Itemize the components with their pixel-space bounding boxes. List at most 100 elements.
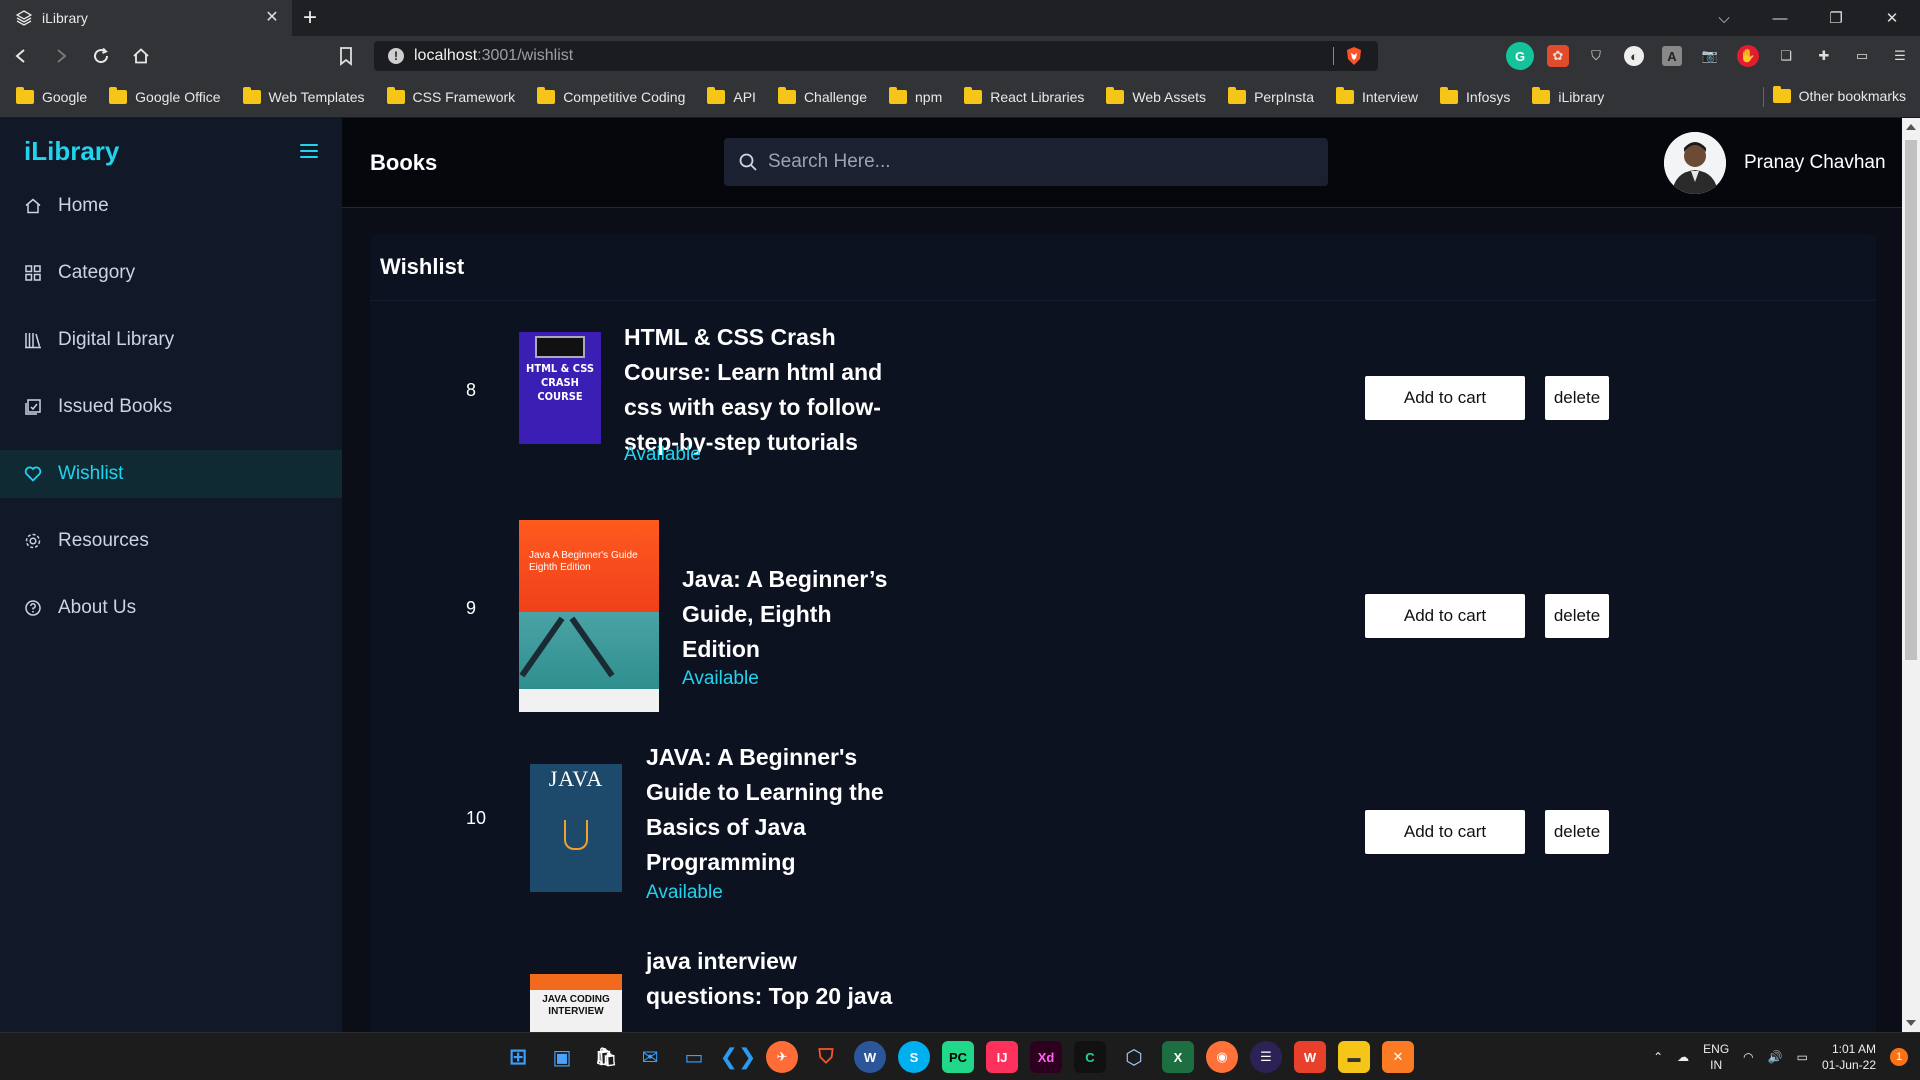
xampp-icon[interactable]: ✕ [1382, 1041, 1414, 1073]
close-tab-icon[interactable]: ✕ [264, 10, 280, 26]
sidebar-item-about-us[interactable]: About Us [0, 584, 342, 632]
delete-button[interactable]: delete [1545, 810, 1609, 854]
clock[interactable]: 1:01 AM 01-Jun-22 [1822, 1041, 1876, 1073]
excel-icon[interactable]: X [1162, 1041, 1194, 1073]
reload-button[interactable] [82, 37, 120, 75]
desktop-icon[interactable]: ▭ [678, 1041, 710, 1073]
brave-shield-icon[interactable] [1344, 46, 1364, 66]
battery-icon[interactable]: ▭ [1797, 1050, 1808, 1064]
bookmark-item[interactable]: Google Office [109, 86, 221, 105]
add-to-cart-button[interactable]: Add to cart [1365, 376, 1525, 420]
book-cover[interactable]: JAVA [530, 764, 622, 892]
brand-logo[interactable]: iLibrary [24, 136, 119, 167]
pycharm-icon[interactable]: PC [942, 1041, 974, 1073]
sidebar-item-resources[interactable]: Resources [0, 517, 342, 565]
bookmark-item[interactable]: CSS Framework [386, 86, 515, 105]
maximize-button[interactable]: ❐ [1808, 0, 1864, 36]
widgets-icon[interactable]: ▣ [546, 1041, 578, 1073]
wifi-icon[interactable]: ◠ [1743, 1050, 1753, 1064]
sidebar-item-home[interactable]: Home [0, 182, 342, 230]
eclipse-icon[interactable]: ☰ [1250, 1041, 1282, 1073]
search-input[interactable] [768, 151, 1308, 173]
book-cover[interactable]: Java A Beginner's Guide Eighth Edition [519, 520, 659, 712]
sidebar-item-category[interactable]: Category [0, 249, 342, 297]
windows-start-icon[interactable]: ⊞ [502, 1041, 534, 1073]
minimize-button[interactable]: — [1752, 0, 1808, 36]
puzzle-icon[interactable]: ✚ [1810, 42, 1838, 70]
user-name[interactable]: Pranay Chavhan [1744, 152, 1886, 174]
menu-icon[interactable]: ☰ [1886, 42, 1914, 70]
bookmark-item[interactable]: Challenge [777, 86, 867, 105]
bookmark-item[interactable]: Web Assets [1106, 86, 1206, 105]
back-button[interactable] [2, 37, 40, 75]
sidebar-item-wishlist[interactable]: Wishlist [0, 450, 342, 498]
book-cover[interactable]: JAVA CODING INTERVIEW [530, 974, 622, 1032]
bookmark-item[interactable]: API [707, 86, 756, 105]
other-bookmarks[interactable]: Other bookmarks [1772, 86, 1906, 104]
file-explorer-icon[interactable]: ▬ [1338, 1041, 1370, 1073]
avatar[interactable] [1664, 132, 1726, 194]
bookmark-item[interactable]: Google [16, 86, 87, 105]
bookmark-item[interactable]: React Libraries [964, 86, 1084, 105]
volume-icon[interactable]: 🔊 [1768, 1050, 1783, 1064]
scroll-down-icon[interactable] [1906, 1020, 1916, 1026]
book-title[interactable]: HTML & CSS Crash Course: Learn html and … [624, 320, 894, 460]
site-info-icon[interactable]: ! [388, 48, 404, 64]
copy-icon[interactable]: ❏ [1772, 42, 1800, 70]
book-cover[interactable]: HTML & CSS CRASH COURSE [519, 332, 601, 444]
forward-button[interactable] [42, 37, 80, 75]
browser-tab[interactable]: iLibrary ✕ [0, 0, 292, 36]
extension-icon[interactable]: ✿ [1547, 45, 1569, 67]
wallet-icon[interactable]: ▭ [1848, 42, 1876, 70]
notification-badge[interactable]: 1 [1890, 1048, 1908, 1066]
onedrive-icon[interactable]: ☁ [1677, 1050, 1689, 1064]
brave-icon[interactable]: ⛉ [810, 1041, 842, 1073]
add-to-cart-button[interactable]: Add to cart [1365, 810, 1525, 854]
chevron-up-icon[interactable]: ⌃ [1653, 1050, 1663, 1064]
bookmark-item[interactable]: iLibrary [1532, 86, 1604, 105]
home-button[interactable] [122, 37, 160, 75]
sidebar-item-digital-library[interactable]: Digital Library [0, 316, 342, 364]
translate-icon[interactable]: A [1662, 46, 1682, 66]
bookmark-item[interactable]: Web Templates [242, 86, 365, 105]
close-window-button[interactable]: ✕ [1864, 0, 1920, 36]
new-tab-button[interactable]: + [292, 0, 328, 36]
intellij-icon[interactable]: IJ [986, 1041, 1018, 1073]
store-icon[interactable]: 🛍 [590, 1041, 622, 1073]
language-indicator[interactable]: ENG IN [1703, 1041, 1729, 1073]
add-to-cart-button[interactable]: Add to cart [1365, 594, 1525, 638]
hand-icon[interactable]: ✋ [1737, 45, 1759, 67]
sidebar-item-issued-books[interactable]: Issued Books [0, 383, 342, 431]
book-title[interactable]: JAVA: A Beginner's Guide to Learning the… [646, 740, 896, 880]
bookmark-item[interactable]: Competitive Coding [537, 86, 685, 105]
bookmark-item[interactable]: Infosys [1440, 86, 1510, 105]
shield-icon[interactable]: ⛉ [1582, 42, 1610, 70]
clion-icon[interactable]: C [1074, 1041, 1106, 1073]
wps-icon[interactable]: W [1294, 1041, 1326, 1073]
book-title[interactable]: Java: A Beginner’s Guide, Eighth Edition [682, 562, 902, 667]
scroll-up-icon[interactable] [1906, 124, 1916, 130]
virtualbox-icon[interactable]: ⬡ [1118, 1041, 1150, 1073]
vscode-icon[interactable]: ❮❯ [720, 1041, 757, 1073]
word-icon[interactable]: W [854, 1041, 886, 1073]
scroll-thumb[interactable] [1905, 140, 1917, 660]
delete-button[interactable]: delete [1545, 376, 1609, 420]
search-box[interactable] [724, 138, 1328, 186]
bookmark-item[interactable]: npm [889, 86, 942, 105]
camera-icon[interactable]: 📷 [1696, 42, 1724, 70]
grammarly-icon[interactable]: G [1506, 42, 1534, 70]
book-title[interactable]: java interview questions: Top 20 java [646, 944, 896, 1014]
tab-search-icon[interactable]: ⌵ [1696, 0, 1752, 36]
mail-icon[interactable]: ✉ [634, 1041, 666, 1073]
address-bar[interactable]: ! localhost:3001/wishlist [374, 41, 1378, 71]
firefox-icon[interactable]: ◉ [1206, 1041, 1238, 1073]
menu-toggle-icon[interactable] [300, 144, 318, 158]
bookmark-icon[interactable] [336, 46, 356, 66]
skype-icon[interactable]: S [898, 1041, 930, 1073]
wappalyzer-icon[interactable]: ◐ [1624, 46, 1644, 66]
bookmark-item[interactable]: PerpInsta [1228, 86, 1314, 105]
page-scrollbar[interactable] [1902, 118, 1920, 1032]
xd-icon[interactable]: Xd [1030, 1041, 1062, 1073]
delete-button[interactable]: delete [1545, 594, 1609, 638]
bookmark-item[interactable]: Interview [1336, 86, 1418, 105]
